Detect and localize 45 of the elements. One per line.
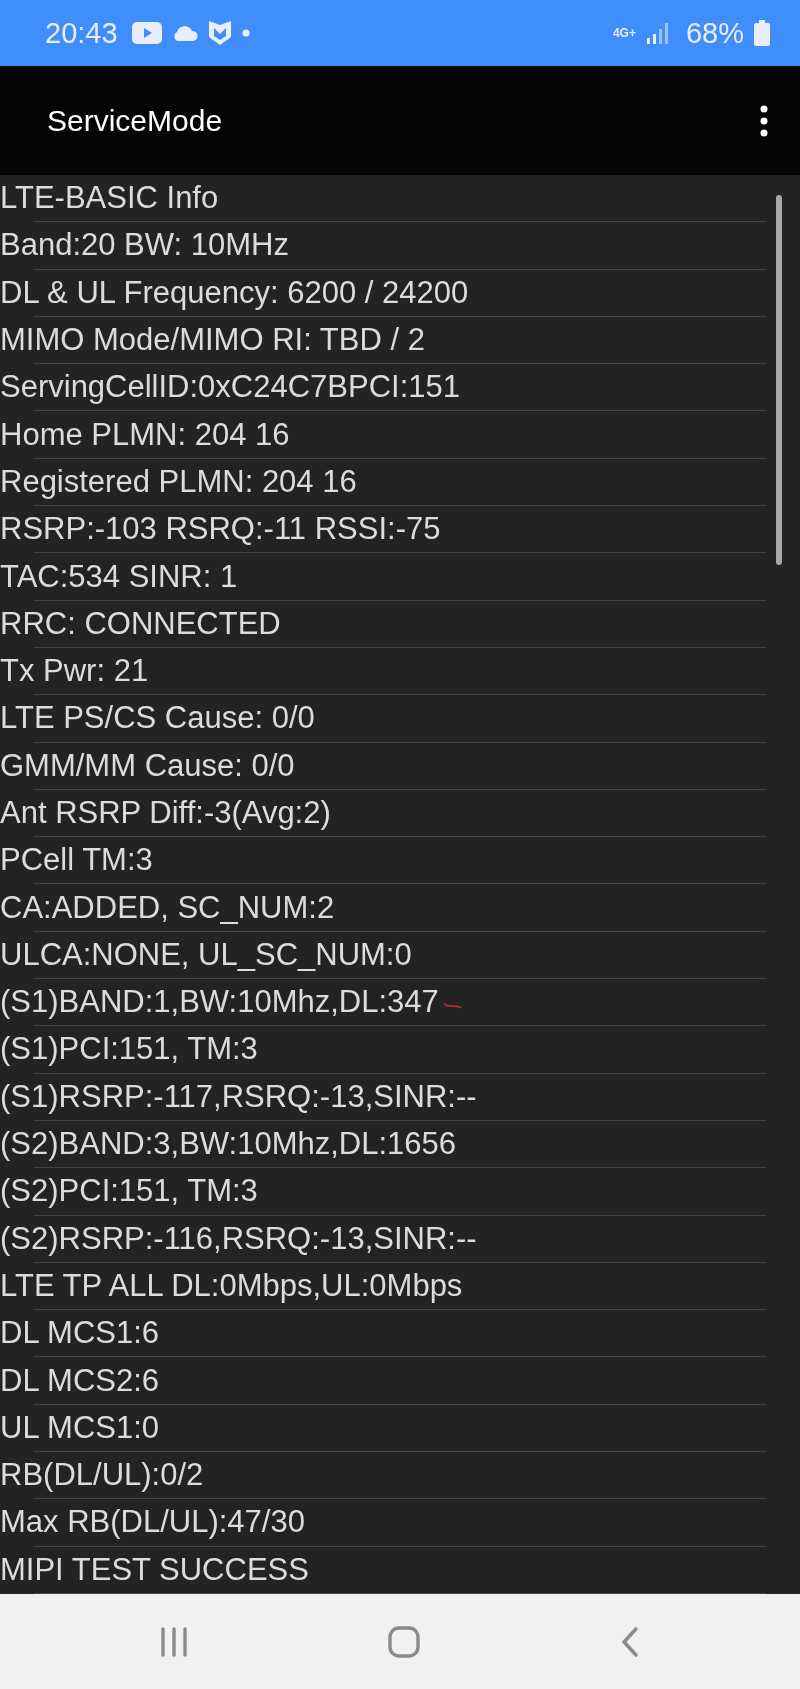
info-line: PCell TM:3 [0, 842, 153, 879]
back-icon [620, 1625, 640, 1658]
dot-icon [241, 29, 250, 37]
play-icon [131, 22, 162, 44]
info-line: Ant RSRP Diff:-3(Avg:2) [0, 795, 331, 831]
info-line: LTE TP ALL DL:0Mbps,UL:0Mbps [0, 1267, 463, 1304]
info-line: MIPI TEST SUCCESS [0, 1551, 309, 1588]
signal-icon [645, 21, 670, 45]
info-line: LTE PS/CS Cause: 0/0 [0, 700, 315, 737]
info-line: Registered PLMN: 204 16 [0, 463, 357, 500]
info-line: Home PLMN: 204 16 [0, 416, 290, 453]
battery-icon [754, 20, 770, 46]
info-line: RSRP:-103 RSRQ:-11 RSSI:-75 [0, 511, 441, 548]
home-icon [388, 1625, 420, 1658]
info-line: Band:20 BW: 10MHz [0, 227, 289, 264]
info-line: (S1)BAND:1,BW:10Mhz,DL:347 [0, 984, 439, 1021]
info-line: RB(DL/UL):0/2 [0, 1457, 204, 1494]
info-line: DL MCS2:6 [0, 1362, 160, 1399]
info-line: (S1)RSRP:-117,RSRQ:-13,SINR:-- [0, 1078, 477, 1115]
info-line: (S1)PCI:151, TM:3 [0, 1031, 258, 1068]
battery-percent: 68% [685, 16, 744, 50]
network-type: 4G+ [612, 26, 636, 40]
info-line: ULCA:NONE, UL_SC_NUM:0 [0, 936, 412, 973]
info-line: (S2)PCI:151, TM:3 [0, 1173, 258, 1210]
app-title: ServiceMode [47, 103, 224, 138]
shield-icon [207, 20, 232, 46]
info-line: ServingCellID:0xC24C7BPCI:151 [0, 369, 461, 406]
info-line: CA:ADDED, SC_NUM:2 [0, 889, 335, 926]
info-line: (S2)BAND:3,BW:10Mhz,DL:1656 [0, 1126, 456, 1163]
recent-apps-icon [160, 1626, 188, 1657]
info-line: Tx Pwr: 21 [0, 653, 149, 690]
more-icon [760, 104, 768, 137]
cloud-icon [171, 25, 198, 41]
info-line: DL & UL Frequency: 6200 / 24200 [0, 274, 469, 311]
clock-time: 20:43 [45, 16, 118, 50]
info-line: UL MCS1:0 [0, 1409, 160, 1446]
info-line: MIMO Mode/MIMO RI: TBD / 2 [0, 322, 425, 359]
info-line: RRC: CONNECTED [0, 605, 281, 642]
info-line: GMM/MM Cause: 0/0 [0, 747, 295, 784]
info-line: TAC:534 SINR: 1 [0, 558, 238, 595]
squiggle-mark-icon [442, 1000, 463, 1011]
info-line: Max RB(DL/UL):47/30 [0, 1504, 305, 1541]
info-line: LTE-BASIC Info [0, 180, 219, 217]
info-line: (S2)RSRP:-116,RSRQ:-13,SINR:-- [0, 1220, 477, 1257]
info-line: DL MCS1:6 [0, 1315, 160, 1352]
